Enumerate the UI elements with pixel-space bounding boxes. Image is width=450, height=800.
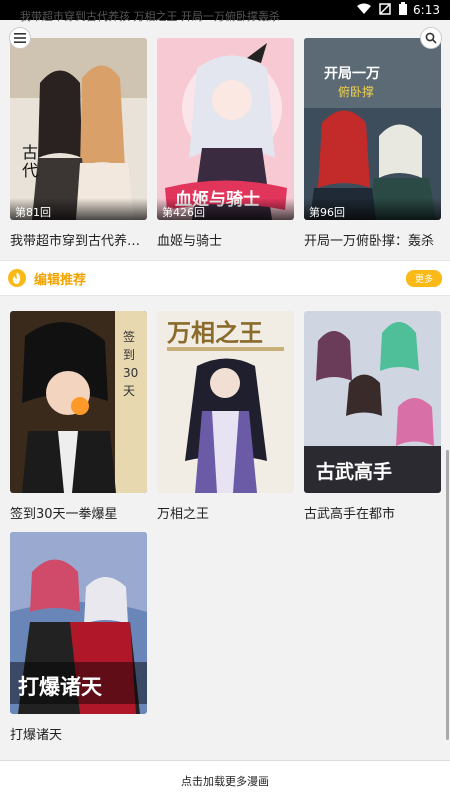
- comic-cover[interactable]: 签 到 30 天: [10, 311, 147, 493]
- comic-cover[interactable]: 打爆诸天: [10, 532, 147, 714]
- svg-text:天: 天: [123, 384, 135, 398]
- comic-title[interactable]: 血姬与骑士: [157, 230, 294, 249]
- episode-label: 第426回: [157, 198, 294, 220]
- status-bar: 我带超市穿到古代养孩 万相之王 开局一万俯卧撑轰杀 6:13: [0, 0, 450, 22]
- svg-text:代: 代: [22, 161, 38, 180]
- section-title: 编辑推荐: [34, 272, 87, 288]
- comic-cover[interactable]: 开局一万 俯卧撑 第96回: [304, 38, 441, 220]
- svg-text:古武高手: 古武高手: [316, 460, 392, 483]
- menu-button[interactable]: [9, 27, 31, 49]
- svg-text:万相之王: 万相之王: [167, 318, 263, 347]
- svg-text:30: 30: [123, 366, 138, 380]
- comic-title[interactable]: 万相之王: [157, 503, 294, 522]
- flame-icon: [8, 269, 26, 287]
- comic-cover[interactable]: 血姬与骑士 第426回: [157, 38, 294, 220]
- comic-title[interactable]: 古武高手在都市: [304, 503, 441, 522]
- signal-icon: [379, 2, 391, 18]
- comic-title[interactable]: 签到30天一拳爆星: [10, 503, 147, 522]
- comic-card[interactable]: 开局一万 俯卧撑 第96回 开局一万俯卧撑：轰杀: [304, 38, 441, 249]
- svg-text:古: 古: [22, 143, 38, 162]
- comic-card[interactable]: 血姬与骑士 第426回 血姬与骑士: [157, 38, 294, 249]
- comic-title[interactable]: 开局一万俯卧撑：轰杀: [304, 230, 441, 249]
- cut-off-titles: 我带超市穿到古代养孩 万相之王 开局一万俯卧撑轰杀: [20, 10, 280, 22]
- clock: 6:13: [413, 3, 440, 17]
- search-button[interactable]: [420, 27, 442, 49]
- comic-card[interactable]: 万相之王 万相之王: [157, 311, 294, 522]
- comic-cover[interactable]: 古 代 第81回: [10, 38, 147, 220]
- comic-cover[interactable]: 万相之王: [157, 311, 294, 493]
- scrollbar[interactable]: [446, 450, 449, 740]
- comic-card[interactable]: 古武高手 古武高手在都市: [304, 311, 441, 522]
- svg-text:打爆诸天: 打爆诸天: [18, 675, 103, 699]
- svg-text:俯卧撑: 俯卧撑: [338, 84, 374, 99]
- comic-card[interactable]: 签 到 30 天 签到30天一拳爆星: [10, 311, 147, 522]
- comic-card[interactable]: 打爆诸天 打爆诸天: [10, 532, 147, 743]
- battery-icon: [399, 2, 408, 18]
- svg-text:签: 签: [123, 329, 135, 344]
- comic-title[interactable]: 打爆诸天: [10, 724, 147, 743]
- comic-cover[interactable]: 古武高手: [304, 311, 441, 493]
- comic-title[interactable]: 我带超市穿到古代养孩子: [10, 230, 147, 249]
- comic-card[interactable]: 古 代 第81回 我带超市穿到古代养孩子: [10, 38, 147, 249]
- search-icon: [425, 32, 437, 44]
- svg-text:到: 到: [123, 348, 135, 362]
- svg-text:开局一万: 开局一万: [324, 66, 380, 82]
- episode-label: 第96回: [304, 198, 441, 220]
- episode-label: 第81回: [10, 198, 147, 220]
- load-more-button[interactable]: 点击加载更多漫画: [0, 760, 450, 800]
- section-header: 编辑推荐 更多: [0, 260, 450, 296]
- more-button[interactable]: 更多: [405, 269, 442, 287]
- comic-grid-recommended: 签 到 30 天 签到30天一拳爆星 万相之王 万相之王 古武高手 古武高手在都…: [10, 311, 441, 522]
- comic-grid-top: 古 代 第81回 我带超市穿到古代养孩子 血姬与骑士 第426回 血姬与骑士: [10, 38, 441, 249]
- comic-grid-recommended-more: 打爆诸天 打爆诸天: [10, 532, 440, 743]
- wifi-icon: [357, 3, 372, 18]
- menu-icon: [14, 33, 26, 43]
